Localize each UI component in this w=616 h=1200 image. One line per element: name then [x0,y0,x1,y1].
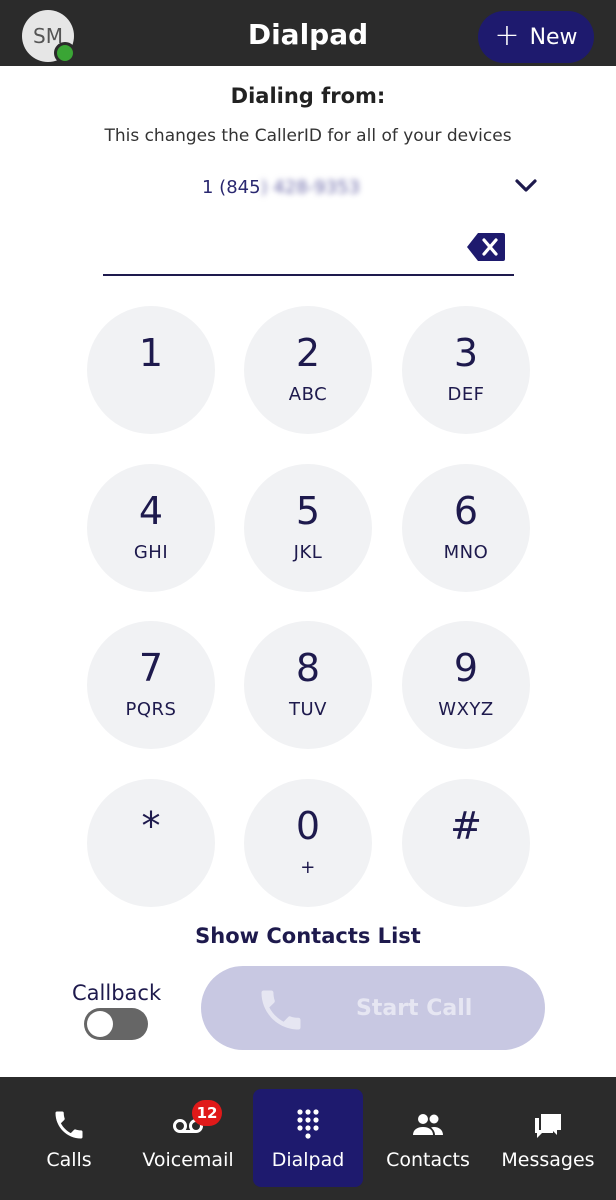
backspace-icon[interactable] [466,232,506,262]
key-letters: MNO [443,542,489,563]
callback-toggle[interactable] [84,1008,148,1040]
new-button-label: New [529,24,578,50]
voicemail-badge: 12 [192,1100,222,1126]
key-digit: 1 [138,331,164,375]
contacts-icon [413,1114,443,1135]
top-bar: SM Dialpad + New [0,0,616,66]
caller-id-select[interactable]: 1 (845) 428-9353 [202,177,360,198]
nav-label: Contacts [386,1149,470,1171]
key-digit: * [141,804,161,848]
nav-item-messages[interactable]: Messages [493,1089,603,1187]
nav-item-calls[interactable]: Calls [14,1089,124,1187]
callerid-note: This changes the CallerID for all of you… [104,126,512,146]
new-button[interactable]: + New [478,11,594,63]
key-digit: 7 [138,646,164,690]
bottom-navigation: Calls Voicemail Dialpad Contacts Message… [0,1077,616,1200]
dialpad-key-4[interactable]: 4 GHI [87,464,215,592]
key-digit: 5 [295,489,321,533]
nav-label: Voicemail [142,1149,234,1171]
key-digit: 2 [295,331,321,375]
dialpad-key-2[interactable]: 2 ABC [244,306,372,434]
dialpad-key-star[interactable]: * [87,779,215,907]
phone-icon [261,990,301,1030]
toggle-knob [87,1011,113,1037]
plus-icon: + [494,17,520,53]
messages-icon [535,1114,561,1138]
key-letters: ABC [288,384,328,405]
phone-number-input[interactable] [103,224,514,276]
nav-item-dialpad[interactable]: Dialpad [253,1089,363,1187]
key-letters: JKL [293,542,323,563]
dialpad-key-7[interactable]: 7 PQRS [87,621,215,749]
dialpad-key-8[interactable]: 8 TUV [244,621,372,749]
chevron-down-icon[interactable] [514,176,538,196]
start-call-label: Start Call [356,996,473,1021]
nav-label: Calls [46,1149,92,1171]
key-digit: 0 [295,804,321,848]
caller-number-visible: 1 (845 [202,177,261,198]
dialpad-key-9[interactable]: 9 WXYZ [402,621,530,749]
dialpad-key-5[interactable]: 5 JKL [244,464,372,592]
key-letters: GHI [133,542,169,563]
key-digit: 3 [453,331,479,375]
nav-item-contacts[interactable]: Contacts [373,1089,483,1187]
callback-label: Callback [72,981,162,1005]
key-letters: DEF [447,384,485,405]
dialpad-icon [297,1109,319,1139]
nav-item-voicemail[interactable]: Voicemail [133,1089,243,1187]
dialpad-key-3[interactable]: 3 DEF [402,306,530,434]
dialing-from-label: Dialing from: [230,84,386,108]
key-letters: + [300,857,316,878]
caller-number-blurred: ) 428-9353 [260,177,360,198]
dialpad-key-0[interactable]: 0 + [244,779,372,907]
key-digit: 6 [453,489,479,533]
start-call-button[interactable]: Start Call [201,966,545,1050]
key-letters: PQRS [125,699,177,720]
show-contacts-link[interactable]: Show Contacts List [0,924,616,948]
dialpad-key-hash[interactable]: # [402,779,530,907]
nav-label: Dialpad [271,1149,345,1171]
key-digit: 4 [138,489,164,533]
dialpad-key-1[interactable]: 1 [87,306,215,434]
key-digit: 8 [295,646,321,690]
key-letters: TUV [289,699,327,720]
phone-icon [55,1111,83,1139]
key-digit: # [450,804,482,848]
nav-label: Messages [501,1149,595,1171]
key-letters: WXYZ [438,699,494,720]
dialpad-key-6[interactable]: 6 MNO [402,464,530,592]
key-digit: 9 [453,646,479,690]
